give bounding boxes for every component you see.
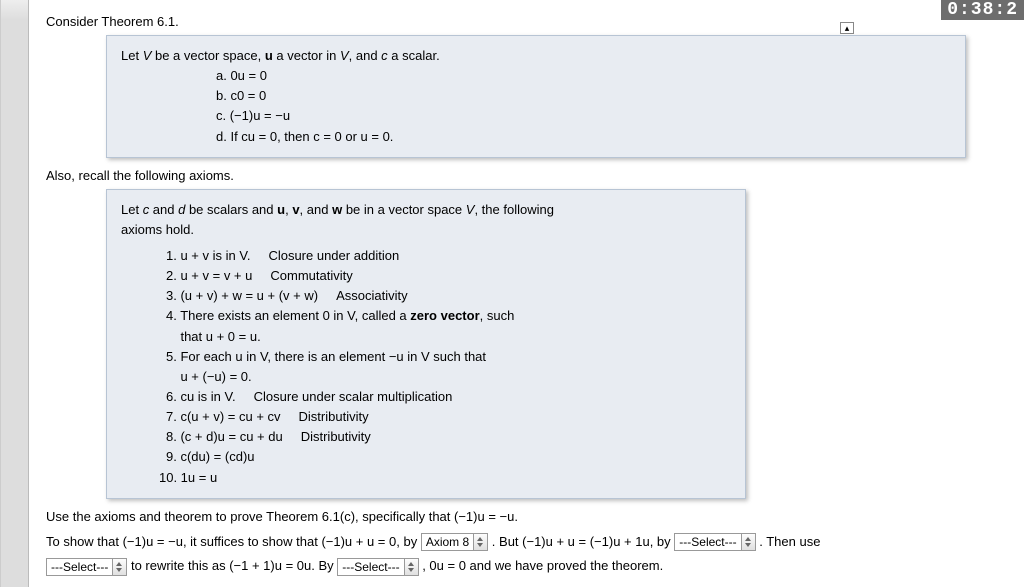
axiom-6: 6. cu is in V. Closure under scalar multi… <box>166 387 731 407</box>
proof-area: To show that (−1)u = −u, it suffices to … <box>46 530 1006 579</box>
timer-display: 0:38:2 <box>941 0 1024 20</box>
var-u: u <box>277 202 285 217</box>
select-reason-4[interactable]: ---Select--- <box>337 558 404 576</box>
txt: and <box>149 202 178 217</box>
txt: be a vector space, <box>151 48 264 63</box>
var-V: V <box>340 48 349 63</box>
ax-eq: 8. (c + d)u = cu + du <box>166 429 283 444</box>
select-reason-3[interactable]: ---Select--- <box>46 558 113 576</box>
axiom-1: 1. u + v is in V. Closure under addition <box>166 246 731 266</box>
var-u: u <box>265 48 273 63</box>
theorem-intro: Let V be a vector space, u a vector in V… <box>121 46 951 66</box>
ax-eq: 2. u + v = v + u <box>166 268 252 283</box>
ax-name: Commutativity <box>270 266 352 286</box>
scroll-up-icon[interactable]: ▴ <box>840 22 854 34</box>
ax-eq: 7. c(u + v) = cu + cv <box>166 409 281 424</box>
var-w: w <box>332 202 342 217</box>
select-reason-2[interactable]: ---Select--- <box>674 533 741 551</box>
content-area: Consider Theorem 6.1. Let V be a vector … <box>36 8 1016 579</box>
ax-eq: 6. cu is in V. <box>166 389 236 404</box>
axiom-4: 4. There exists an element 0 in V, calle… <box>166 306 731 326</box>
ax-name: Associativity <box>336 286 408 306</box>
ax-name: Distributivity <box>299 407 369 427</box>
axiom-7: 7. c(u + v) = cu + cv Distributivity <box>166 407 731 427</box>
axiom-5: 5. For each u in V, there is an element … <box>166 347 731 367</box>
proof-text-3: . Then use <box>759 534 820 549</box>
select-arrows-icon[interactable] <box>113 558 127 576</box>
axiom-3: 3. (u + v) + w = u + (v + w) Associativit… <box>166 286 731 306</box>
axioms-list: 1. u + v is in V.Closure under addition … <box>121 246 731 488</box>
ax-eq: 4. There exists an element 0 in V, calle… <box>166 308 410 323</box>
txt: be in a vector space <box>342 202 466 217</box>
ax-eq: 5. For each u in V, there is an element … <box>166 349 486 364</box>
txt: , and <box>349 48 382 63</box>
ax-bold: zero vector <box>410 308 479 323</box>
ax-eq: u + (−u) = 0. <box>180 369 251 384</box>
axioms-intro: Let c and d be scalars and u, v, and w b… <box>121 200 731 220</box>
ax-eq: 1. u + v is in V. <box>166 248 250 263</box>
axioms-intro-2: axioms hold. <box>121 220 731 240</box>
proof-text-1: To show that (−1)u = −u, it suffices to … <box>46 534 421 549</box>
ax-name: Closure under addition <box>268 246 399 266</box>
txt: , and <box>300 202 333 217</box>
instruction-2: Also, recall the following axioms. <box>46 168 1016 183</box>
proof-text-4: to rewrite this as (−1 + 1)u = 0u. By <box>131 558 337 573</box>
theorem-list: a. 0u = 0 b. c0 = 0 c. (−1)u = −u d. If … <box>121 66 951 147</box>
axiom-5b: 5. u + (−u) = 0. <box>166 367 731 387</box>
axiom-2: 2. u + v = v + u Commutativity <box>166 266 731 286</box>
axiom-8: 8. (c + d)u = cu + du Distributivity <box>166 427 731 447</box>
instruction-1: Consider Theorem 6.1. <box>46 14 1016 29</box>
proof-text-5: , 0u = 0 and we have proved the theorem. <box>422 558 663 573</box>
txt: Let <box>121 202 143 217</box>
ax-eq: 3. (u + v) + w = u + (v + w) <box>166 288 318 303</box>
thm-c: c. (−1)u = −u <box>216 106 951 126</box>
thm-a: a. 0u = 0 <box>216 66 951 86</box>
select-arrows-icon[interactable] <box>405 558 419 576</box>
ax-eq: 9. c(du) = (cd)u <box>166 449 255 464</box>
select-reason-1[interactable]: Axiom 8 <box>421 533 474 551</box>
txt: be scalars and <box>185 202 277 217</box>
txt: , the following <box>474 202 554 217</box>
axiom-10: 10. 1u = u <box>159 468 731 488</box>
txt: Let <box>121 48 143 63</box>
txt: a scalar. <box>388 48 440 63</box>
instruction-3: Use the axioms and theorem to prove Theo… <box>46 509 1016 524</box>
axiom-4b: 4. that u + 0 = u. <box>166 327 731 347</box>
ax-name: Distributivity <box>301 427 371 447</box>
ax-eq: that u + 0 = u. <box>180 329 260 344</box>
theorem-panel: Let V be a vector space, u a vector in V… <box>106 35 966 158</box>
axioms-panel: Let c and d be scalars and u, v, and w b… <box>106 189 746 499</box>
left-gutter <box>1 0 29 587</box>
top-bar: 0:38:2 <box>941 0 1024 20</box>
ax-eq: 10. 1u = u <box>159 470 217 485</box>
proof-text-2: . But (−1)u + u = (−1)u + 1u, by <box>492 534 674 549</box>
select-arrows-icon[interactable] <box>742 533 756 551</box>
txt: a vector in <box>273 48 340 63</box>
ax-name: Closure under scalar multiplication <box>254 387 453 407</box>
thm-d: d. If cu = 0, then c = 0 or u = 0. <box>216 127 951 147</box>
select-arrows-icon[interactable] <box>474 533 488 551</box>
var-v: v <box>292 202 299 217</box>
thm-b: b. c0 = 0 <box>216 86 951 106</box>
txt: , such <box>480 308 515 323</box>
axiom-9: 9. c(du) = (cd)u <box>166 447 731 467</box>
